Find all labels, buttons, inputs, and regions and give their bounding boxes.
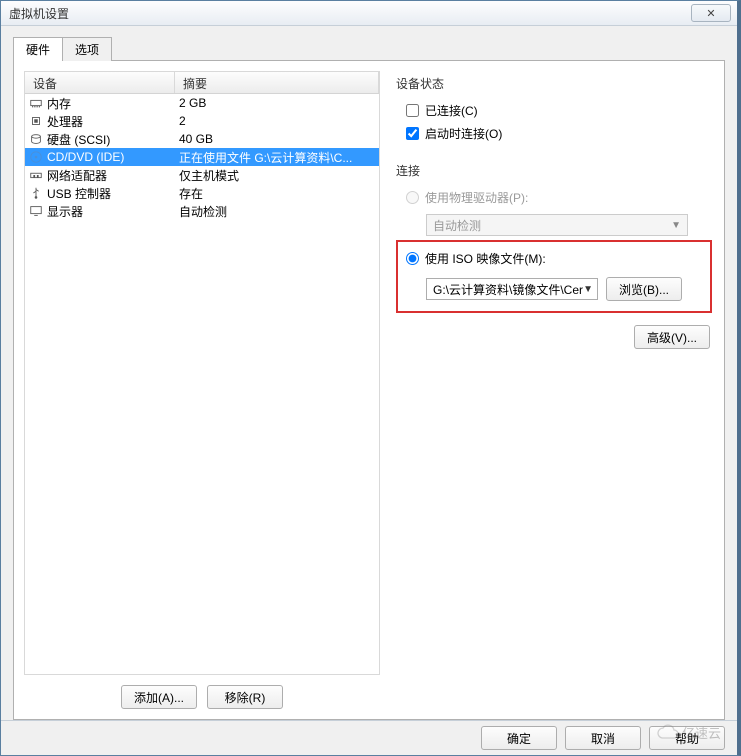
display-icon xyxy=(29,204,43,218)
device-cell: 显示器 xyxy=(25,203,175,220)
help-button[interactable]: 帮助 xyxy=(649,726,725,750)
device-name: 处理器 xyxy=(47,113,83,130)
chevron-down-icon: ▼ xyxy=(583,284,593,295)
table-row[interactable]: 网络适配器 仅主机模式 xyxy=(25,166,379,184)
iso-label: 使用 ISO 映像文件(M): xyxy=(425,250,546,267)
iso-controls: G:\云计算资料\镜像文件\Cer ▼ 浏览(B)... xyxy=(426,277,702,301)
device-status-group: 设备状态 已连接(C) 启动时连接(O) xyxy=(396,75,712,146)
connected-checkbox-row[interactable]: 已连接(C) xyxy=(396,100,712,123)
summary-cell: 2 GB xyxy=(175,96,379,110)
summary-cell: 自动检测 xyxy=(175,203,379,220)
tabs-area: 硬件 选项 设备 摘要 内存 2 GB 处理器 2 硬盘 (SCSI) 40 GB CD/D… xyxy=(1,26,737,720)
connected-checkbox[interactable] xyxy=(406,104,419,117)
advanced-button[interactable]: 高级(V)... xyxy=(634,325,710,349)
vm-settings-window: 虚拟机设置 ✕ 硬件 选项 设备 摘要 内存 2 GB 处理器 2 硬盘 (SCSI) 4… xyxy=(0,0,741,756)
summary-cell: 正在使用文件 G:\云计算资料\C... xyxy=(175,149,379,166)
table-row[interactable]: USB 控制器 存在 xyxy=(25,184,379,202)
device-name: 显示器 xyxy=(47,203,83,220)
cd-icon xyxy=(29,150,43,164)
remove-button[interactable]: 移除(R) xyxy=(207,685,283,709)
tab-panel: 设备 摘要 内存 2 GB 处理器 2 硬盘 (SCSI) 40 GB CD/DVD (ID… xyxy=(13,60,725,720)
table-row[interactable]: 内存 2 GB xyxy=(25,94,379,112)
iso-path-value: G:\云计算资料\镜像文件\Cer xyxy=(433,281,583,298)
table-row[interactable]: 硬盘 (SCSI) 40 GB xyxy=(25,130,379,148)
device-name: 硬盘 (SCSI) xyxy=(47,131,110,148)
physical-drive-dropdown: 自动检测 ▼ xyxy=(426,214,688,236)
physical-drive-radio[interactable] xyxy=(406,191,419,204)
device-cell: 处理器 xyxy=(25,113,175,130)
device-cell: 网络适配器 xyxy=(25,167,175,184)
tab-options[interactable]: 选项 xyxy=(63,37,112,61)
chevron-down-icon: ▼ xyxy=(671,220,681,231)
device-buttons: 添加(A)... 移除(R) xyxy=(24,675,380,709)
ok-button[interactable]: 确定 xyxy=(481,726,557,750)
close-button[interactable]: ✕ xyxy=(691,4,731,22)
connect-power-checkbox[interactable] xyxy=(406,127,419,140)
add-button[interactable]: 添加(A)... xyxy=(121,685,197,709)
device-name: 网络适配器 xyxy=(47,167,107,184)
table-row[interactable]: CD/DVD (IDE) 正在使用文件 G:\云计算资料\C... xyxy=(25,148,379,166)
disk-icon xyxy=(29,132,43,146)
right-pane: 设备状态 已连接(C) 启动时连接(O) 连接 使用物理驱动器(P): xyxy=(390,71,714,709)
iso-radio-row[interactable]: 使用 ISO 映像文件(M): xyxy=(404,248,702,271)
physical-drive-label: 使用物理驱动器(P): xyxy=(425,189,528,206)
summary-cell: 2 xyxy=(175,114,379,128)
connect-power-label: 启动时连接(O) xyxy=(425,125,502,142)
browse-button[interactable]: 浏览(B)... xyxy=(606,277,682,301)
advanced-row: 高级(V)... xyxy=(396,325,712,349)
table-body: 内存 2 GB 处理器 2 硬盘 (SCSI) 40 GB CD/DVD (IDE) 正在使用… xyxy=(25,94,379,220)
device-cell: USB 控制器 xyxy=(25,185,175,202)
col-device[interactable]: 设备 xyxy=(25,72,175,93)
device-status-title: 设备状态 xyxy=(396,75,712,92)
table-row[interactable]: 显示器 自动检测 xyxy=(25,202,379,220)
connect-power-checkbox-row[interactable]: 启动时连接(O) xyxy=(396,123,712,146)
physical-drive-radio-row[interactable]: 使用物理驱动器(P): xyxy=(396,187,712,210)
iso-highlight-box: 使用 ISO 映像文件(M): G:\云计算资料\镜像文件\Cer ▼ 浏览(B… xyxy=(396,240,712,313)
left-pane: 设备 摘要 内存 2 GB 处理器 2 硬盘 (SCSI) 40 GB CD/DVD (ID… xyxy=(24,71,380,709)
device-name: USB 控制器 xyxy=(47,185,111,202)
connection-group: 连接 使用物理驱动器(P): 自动检测 ▼ 使用 ISO 映像文件(M): xyxy=(396,162,712,349)
device-cell: CD/DVD (IDE) xyxy=(25,150,175,164)
table-header: 设备 摘要 xyxy=(25,72,379,94)
summary-cell: 存在 xyxy=(175,185,379,202)
memory-icon xyxy=(29,96,43,110)
tab-row: 硬件 选项 xyxy=(13,36,725,60)
cancel-button[interactable]: 取消 xyxy=(565,726,641,750)
iso-path-combo[interactable]: G:\云计算资料\镜像文件\Cer ▼ xyxy=(426,278,598,300)
window-title: 虚拟机设置 xyxy=(9,5,69,22)
connection-title: 连接 xyxy=(396,162,712,179)
titlebar: 虚拟机设置 ✕ xyxy=(1,1,737,26)
nic-icon xyxy=(29,168,43,182)
device-cell: 内存 xyxy=(25,95,175,112)
usb-icon xyxy=(29,186,43,200)
autodetect-text: 自动检测 xyxy=(433,217,481,234)
footer: 确定 取消 帮助 xyxy=(1,720,737,755)
device-cell: 硬盘 (SCSI) xyxy=(25,131,175,148)
iso-radio[interactable] xyxy=(406,252,419,265)
connected-label: 已连接(C) xyxy=(425,102,478,119)
device-name: CD/DVD (IDE) xyxy=(47,150,124,164)
summary-cell: 仅主机模式 xyxy=(175,167,379,184)
cpu-icon xyxy=(29,114,43,128)
col-summary[interactable]: 摘要 xyxy=(175,72,379,93)
summary-cell: 40 GB xyxy=(175,132,379,146)
tab-hardware[interactable]: 硬件 xyxy=(13,37,63,61)
table-row[interactable]: 处理器 2 xyxy=(25,112,379,130)
device-table: 设备 摘要 内存 2 GB 处理器 2 硬盘 (SCSI) 40 GB CD/DVD (ID… xyxy=(24,71,380,675)
device-name: 内存 xyxy=(47,95,71,112)
